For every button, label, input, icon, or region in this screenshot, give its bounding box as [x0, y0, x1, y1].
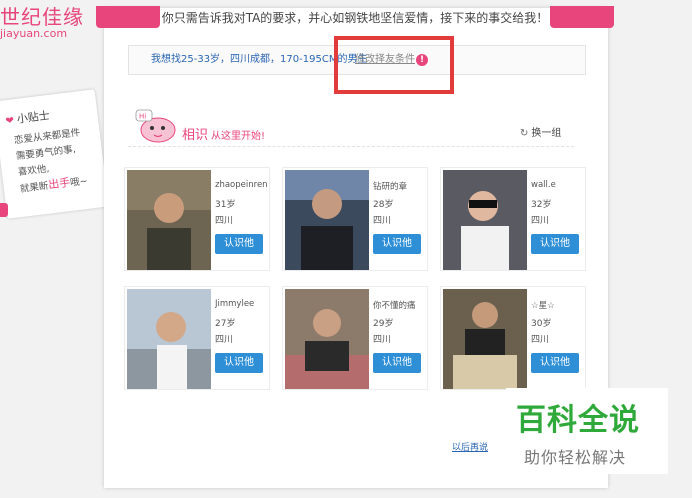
- photo-placeholder: [443, 170, 527, 270]
- later-link[interactable]: 以后再说: [452, 440, 488, 453]
- meet-button[interactable]: 认识他: [373, 234, 421, 254]
- profile-name: 你不懂的痛: [373, 301, 416, 311]
- mascot-icon: Hi: [135, 109, 176, 143]
- photo-placeholder: [285, 289, 369, 389]
- profile-card[interactable]: 钻研的章 28岁 四川 认识他: [282, 167, 428, 271]
- tip-emphasis: 出手: [47, 175, 71, 192]
- profile-age: 30岁: [531, 319, 552, 329]
- profile-region: 四川: [531, 216, 550, 226]
- meet-button[interactable]: 认识他: [531, 353, 579, 373]
- photo-placeholder: [285, 170, 369, 270]
- tip-card: 小贴士 恋爱从来都是件 需要勇气的事, 喜欢他, 就果断出手哦~: [0, 89, 109, 219]
- profile-region: 四川: [373, 216, 392, 226]
- photo-placeholder: [127, 170, 211, 270]
- profile-name: 钻研的章: [373, 182, 408, 192]
- ribbon-left: [96, 6, 160, 28]
- profile-region: 四川: [215, 216, 234, 226]
- profile-card[interactable]: zhaopeinren 31岁 四川 认识他: [124, 167, 270, 271]
- profile-age: 31岁: [215, 200, 236, 210]
- profile-photo[interactable]: [285, 170, 369, 270]
- profile-photo[interactable]: [285, 289, 369, 389]
- watermark-subtitle: 助你轻松解决: [524, 448, 627, 467]
- tip-tag: [0, 203, 8, 217]
- profile-age: 27岁: [215, 319, 236, 329]
- profile-name: wall.e: [531, 180, 556, 190]
- profile-name: zhaopeinren: [215, 180, 268, 190]
- tip-prefix: 就果断: [19, 180, 50, 195]
- profile-age: 28岁: [373, 200, 394, 210]
- profile-region: 四川: [215, 335, 234, 345]
- profile-name: ☆星☆: [531, 301, 555, 311]
- mascot-text: Hi: [139, 113, 146, 121]
- photo-placeholder: [127, 289, 211, 389]
- section-subtitle: 从这里开始!: [211, 131, 266, 142]
- refresh-button[interactable]: ↻ 换一组: [520, 124, 561, 139]
- profile-photo[interactable]: [443, 170, 527, 270]
- meet-button[interactable]: 认识他: [373, 353, 421, 373]
- profile-region: 四川: [373, 335, 392, 345]
- profile-name: Jimmylee: [215, 299, 255, 309]
- meet-button[interactable]: 认识他: [215, 353, 263, 373]
- tip-suffix: 哦~: [69, 175, 89, 189]
- logo-cn: 世纪佳缘: [0, 5, 84, 29]
- profile-card[interactable]: 你不懂的痛 29岁 四川 认识他: [282, 286, 428, 390]
- profile-photo[interactable]: [443, 289, 527, 389]
- profile-age: 32岁: [531, 200, 552, 210]
- logo-en: jiayuan.com: [0, 27, 68, 40]
- profile-photo[interactable]: [127, 289, 211, 389]
- section-divider: [128, 146, 574, 147]
- profile-card[interactable]: wall.e 32岁 四川 认识他: [440, 167, 586, 271]
- tip-title: 小贴士: [5, 107, 51, 128]
- profile-photo[interactable]: [127, 170, 211, 270]
- watermark-title: 百科全说: [516, 403, 640, 438]
- profile-region: 四川: [531, 335, 550, 345]
- refresh-label: 换一组: [531, 128, 562, 139]
- section-title: 相识 从这里开始!: [182, 124, 265, 143]
- ribbon-right: [550, 6, 614, 28]
- headline: 你只需告诉我对TA的要求，并心如钢铁地坚信爱情，接下来的事交给我！: [160, 8, 550, 28]
- profile-age: 29岁: [373, 319, 394, 329]
- profile-card[interactable]: ☆星☆ 30岁 四川 认识他: [440, 286, 586, 390]
- meet-button[interactable]: 认识他: [215, 234, 263, 254]
- profile-card[interactable]: Jimmylee 27岁 四川 认识他: [124, 286, 270, 390]
- photo-placeholder: [443, 289, 527, 389]
- watermark: 百科全说 助你轻松解决: [506, 388, 668, 474]
- meet-button[interactable]: 认识他: [531, 234, 579, 254]
- site-logo[interactable]: 世纪佳缘 jiayuan.com: [0, 6, 92, 40]
- refresh-icon: ↻: [520, 128, 529, 139]
- tip-body: 恋爱从来都是件 需要勇气的事, 喜欢他, 就果断出手哦~: [13, 123, 102, 198]
- section-title-main: 相识: [182, 128, 209, 143]
- highlight-box: [334, 36, 454, 94]
